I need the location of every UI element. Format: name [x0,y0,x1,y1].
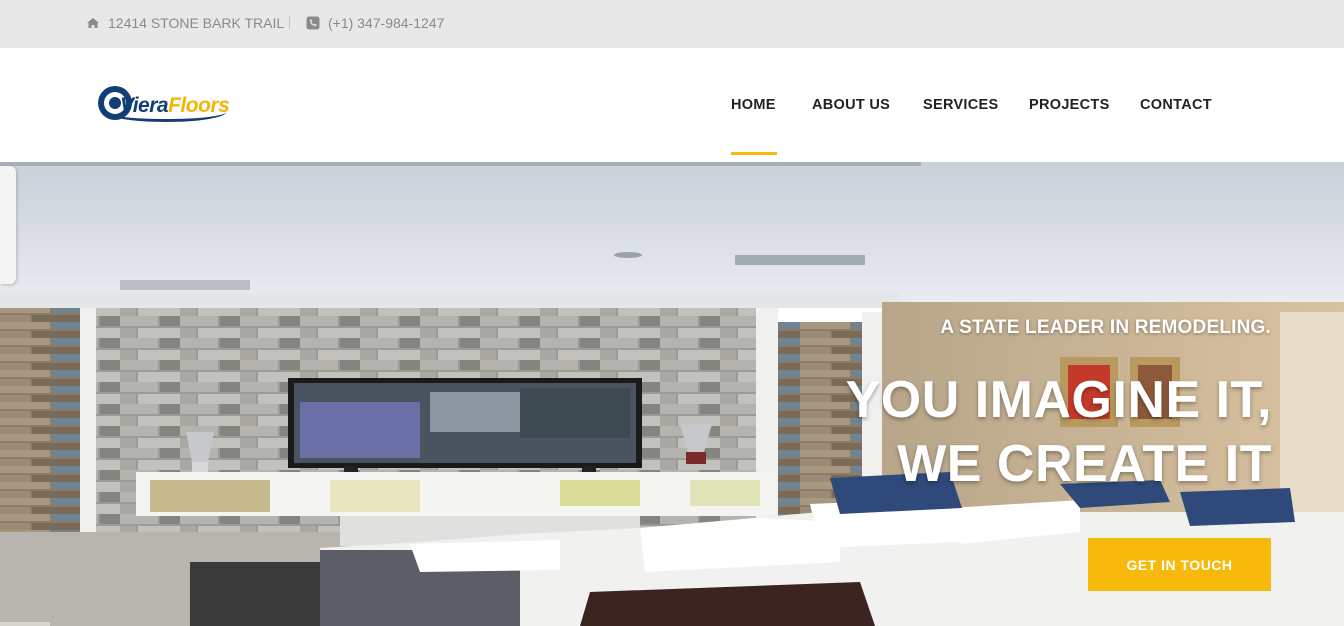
topbar-divider [289,16,290,29]
hero-title-line-1: YOU IMAGINE IT, [845,371,1272,429]
address-info: 12414 STONE BARK TRAIL [86,15,284,31]
viera-floors-logo[interactable]: VieraFloors [98,86,248,126]
nav-projects[interactable]: PROJECTS [1029,97,1110,113]
hero-subtitle: A STATE LEADER IN REMODELING. [940,317,1271,338]
slider-progress-bar [0,162,921,166]
phone-icon [306,16,320,30]
nav-services[interactable]: SERVICES [923,97,998,113]
side-panel-tab[interactable] [0,166,16,284]
nav-active-indicator [731,152,777,155]
phone-text: (+1) 347-984-1247 [328,15,445,31]
get-in-touch-button[interactable]: GET IN TOUCH [1088,538,1271,591]
nav-contact[interactable]: CONTACT [1140,97,1212,113]
logo-text: VieraFloors [120,94,230,117]
nav-about-us[interactable]: ABOUT US [812,97,890,113]
hero-title: YOU IMAGINE IT, WE CREATE IT [792,368,1272,496]
nav-home[interactable]: HOME [731,97,776,113]
hero-title-line-2: WE CREATE IT [897,435,1272,493]
phone-info[interactable]: (+1) 347-984-1247 [306,15,444,31]
top-info-bar: 12414 STONE BARK TRAIL (+1) 347-984-1247 [0,0,1344,48]
home-icon [87,18,99,28]
address-text: 12414 STONE BARK TRAIL [108,15,285,31]
